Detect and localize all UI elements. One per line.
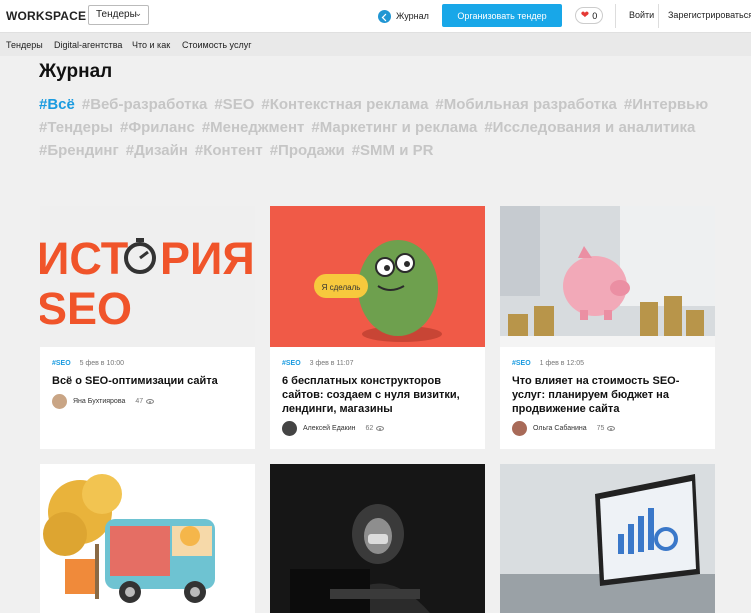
tag-mobile-development[interactable]: #Мобильная разработка <box>435 93 616 116</box>
subnav-item-service-cost[interactable]: Стоимость услуг <box>182 40 252 50</box>
svg-text:РИЯ: РИЯ <box>160 233 255 284</box>
article-meta: #SEO 5 фев в 10:00 <box>52 360 124 367</box>
favorites-count: 0 <box>592 10 598 21</box>
piggy-bank-illustration <box>500 206 715 347</box>
chevron-down-icon: ⌄ <box>134 8 142 18</box>
subnav-item-tenders[interactable]: Тендеры <box>6 40 43 50</box>
article-card-hacker[interactable] <box>270 464 485 613</box>
laptop-person-illustration <box>270 464 485 613</box>
tag-tenders[interactable]: #Тендеры <box>39 116 113 139</box>
article-title[interactable]: 6 бесплатных конструкторов сайтов: созда… <box>282 374 477 416</box>
tag-management[interactable]: #Менеджмент <box>202 116 305 139</box>
article-author: Яна Бухтиярова 47 <box>52 394 155 409</box>
views-count: 62 <box>365 425 374 432</box>
tag-marketing[interactable]: #Маркетинг и реклама <box>311 116 477 139</box>
author-name[interactable]: Ольга Сабанина <box>533 425 587 432</box>
article-image <box>270 464 485 613</box>
article-image <box>40 464 255 613</box>
history-seo-illustration: ИСТ РИЯ SEO <box>40 233 255 334</box>
workspace-logo[interactable]: WORKSPACE <box>6 9 86 23</box>
views-counter: 62 <box>366 425 385 432</box>
journal-label: Журнал <box>396 11 429 21</box>
subnav-item-how-to[interactable]: Что и как <box>132 40 170 50</box>
article-tag[interactable]: #SEO <box>52 360 71 367</box>
eye-icon <box>146 399 155 404</box>
views-counter: 47 <box>135 398 155 405</box>
article-date: 1 фев в 12:05 <box>539 360 584 367</box>
top-header: WORKSPACE Тендеры ⌄ Журнал Организовать … <box>0 0 751 32</box>
tag-context-ads[interactable]: #Контекстная реклама <box>261 93 428 116</box>
svg-text:ИСТ: ИСТ <box>40 233 128 284</box>
tag-smm-pr[interactable]: #SMM и PR <box>352 139 434 162</box>
article-author: Ольга Сабанина 75 <box>512 421 616 436</box>
article-card-site-builders[interactable]: Я сделаль #SEO 3 фев в 11:07 6 бесплатны… <box>270 206 485 449</box>
page-title: Журнал <box>39 61 113 82</box>
header-divider <box>658 4 659 28</box>
eye-icon <box>607 426 616 431</box>
journal-link[interactable]: Журнал <box>378 7 429 25</box>
tag-freelance[interactable]: #Фриланс <box>120 116 195 139</box>
avatar <box>512 421 527 436</box>
tender-select-label: Тендеры <box>96 9 137 20</box>
avatar <box>282 421 297 436</box>
sub-navigation: Тендеры Digital-агентства Что и как Стои… <box>0 32 751 56</box>
article-card-seo-history[interactable]: ИСТ РИЯ SEO #SEO 5 фев в 10:00 Всё о SEO… <box>40 206 255 449</box>
laptop-analytics-illustration <box>500 464 715 613</box>
article-meta: #SEO 3 фев в 11:07 <box>282 360 353 367</box>
tag-sales[interactable]: #Продажи <box>270 139 345 162</box>
eye-icon <box>376 426 385 431</box>
login-link[interactable]: Войти <box>629 10 654 20</box>
views-counter: 75 <box>597 425 616 432</box>
article-author: Алексей Едакин 62 <box>282 421 385 436</box>
article-image <box>500 464 715 613</box>
journal-icon <box>378 9 391 23</box>
article-card-van[interactable] <box>40 464 255 613</box>
article-meta: #SEO 1 фев в 12:05 <box>512 360 584 367</box>
article-tag[interactable]: #SEO <box>282 360 301 367</box>
tag-interview[interactable]: #Интервью <box>624 93 708 116</box>
views-count: 47 <box>135 398 144 405</box>
tag-web-development[interactable]: #Веб-разработка <box>82 93 207 116</box>
author-name[interactable]: Яна Бухтиярова <box>73 398 125 405</box>
tag-filter-list: #Всё #Веб-разработка #SEO #Контекстная рекл… <box>39 93 729 162</box>
tag-design[interactable]: #Дизайн <box>126 139 188 162</box>
article-title[interactable]: Что влияет на стоимость SEO-услуг: плани… <box>512 374 707 416</box>
tender-select[interactable]: Тендеры ⌄ <box>88 5 149 25</box>
frog-illustration: Я сделаль <box>314 240 442 342</box>
article-image: Я сделаль <box>270 206 485 347</box>
van-illustration <box>43 474 215 603</box>
organize-tender-button[interactable]: Организовать тендер <box>442 4 562 27</box>
tag-branding[interactable]: #Брендинг <box>39 139 119 162</box>
tag-all[interactable]: #Всё <box>39 93 75 116</box>
article-date: 5 фев в 10:00 <box>79 360 124 367</box>
article-tag[interactable]: #SEO <box>512 360 531 367</box>
tag-seo[interactable]: #SEO <box>214 93 254 116</box>
article-image: ИСТ РИЯ SEO <box>40 206 255 347</box>
svg-text:Я сделаль: Я сделаль <box>322 283 361 292</box>
tag-content[interactable]: #Контент <box>195 139 263 162</box>
article-card-laptop[interactable] <box>500 464 715 613</box>
favorites-button[interactable]: ❤ 0 <box>575 7 603 24</box>
article-date: 3 фев в 11:07 <box>309 360 354 367</box>
heart-icon: ❤ <box>580 10 590 21</box>
register-link[interactable]: Зарегистрироваться <box>668 10 751 20</box>
views-count: 75 <box>596 425 605 432</box>
subnav-item-digital-agencies[interactable]: Digital-агентства <box>54 40 122 50</box>
tag-research[interactable]: #Исследования и аналитика <box>484 116 695 139</box>
article-image <box>500 206 715 347</box>
header-divider <box>615 4 616 28</box>
avatar <box>52 394 67 409</box>
author-name[interactable]: Алексей Едакин <box>303 425 356 432</box>
article-title[interactable]: Всё о SEO-оптимизации сайта <box>52 374 247 388</box>
svg-text:SEO: SEO <box>40 283 132 334</box>
article-card-seo-cost[interactable]: #SEO 1 фев в 12:05 Что влияет на стоимос… <box>500 206 715 449</box>
